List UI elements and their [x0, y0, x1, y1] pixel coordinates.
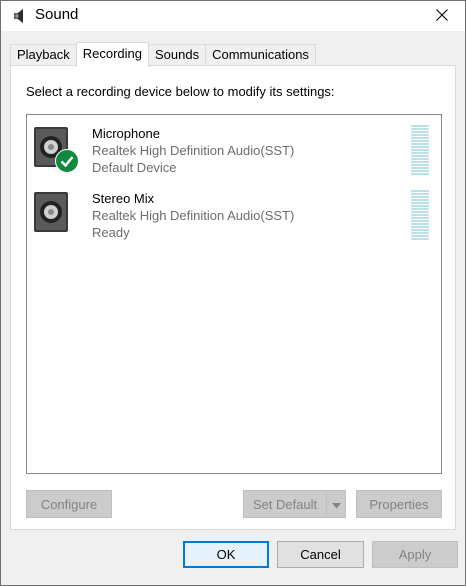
apply-button[interactable]: Apply — [372, 541, 458, 568]
recording-panel: Select a recording device below to modif… — [10, 65, 456, 530]
configure-button[interactable]: Configure — [26, 490, 112, 518]
tab-communications[interactable]: Communications — [205, 44, 316, 66]
cancel-button[interactable]: Cancel — [277, 541, 364, 568]
device-status: Default Device — [92, 160, 177, 175]
device-status: Ready — [92, 225, 130, 240]
device-list[interactable]: Microphone Realtek High Definition Audio… — [26, 114, 442, 474]
device-name: Microphone — [92, 126, 160, 141]
stereo-mix-device-icon — [33, 190, 79, 240]
instruction-text: Select a recording device below to modif… — [26, 84, 335, 99]
device-text: Stereo Mix Realtek High Definition Audio… — [92, 190, 294, 241]
device-driver: Realtek High Definition Audio(SST) — [92, 208, 295, 223]
tab-playback[interactable]: Playback — [10, 44, 77, 66]
sound-dialog: Sound Playback Recording Sounds Communic… — [0, 0, 466, 586]
title-bar: Sound — [1, 1, 465, 31]
device-item-microphone[interactable]: Microphone Realtek High Definition Audio… — [27, 121, 441, 185]
close-icon — [436, 8, 448, 24]
set-default-dropdown[interactable] — [326, 490, 346, 518]
tab-sounds[interactable]: Sounds — [148, 44, 207, 66]
level-meter — [411, 190, 429, 240]
properties-button[interactable]: Properties — [356, 490, 442, 518]
speaker-icon — [12, 7, 28, 25]
set-default-button[interactable]: Set Default — [243, 490, 327, 518]
device-item-stereo-mix[interactable]: Stereo Mix Realtek High Definition Audio… — [27, 186, 441, 250]
device-text: Microphone Realtek High Definition Audio… — [92, 125, 294, 176]
default-check-icon — [55, 149, 79, 173]
chevron-down-icon — [331, 497, 341, 512]
ok-button[interactable]: OK — [183, 541, 269, 568]
level-meter — [411, 125, 429, 175]
window-title: Sound — [35, 6, 79, 23]
close-button[interactable] — [419, 1, 465, 31]
tab-recording[interactable]: Recording — [75, 42, 150, 67]
device-name: Stereo Mix — [92, 191, 155, 206]
device-driver: Realtek High Definition Audio(SST) — [92, 143, 295, 158]
tab-strip: Playback Recording Sounds Communications — [10, 42, 316, 67]
